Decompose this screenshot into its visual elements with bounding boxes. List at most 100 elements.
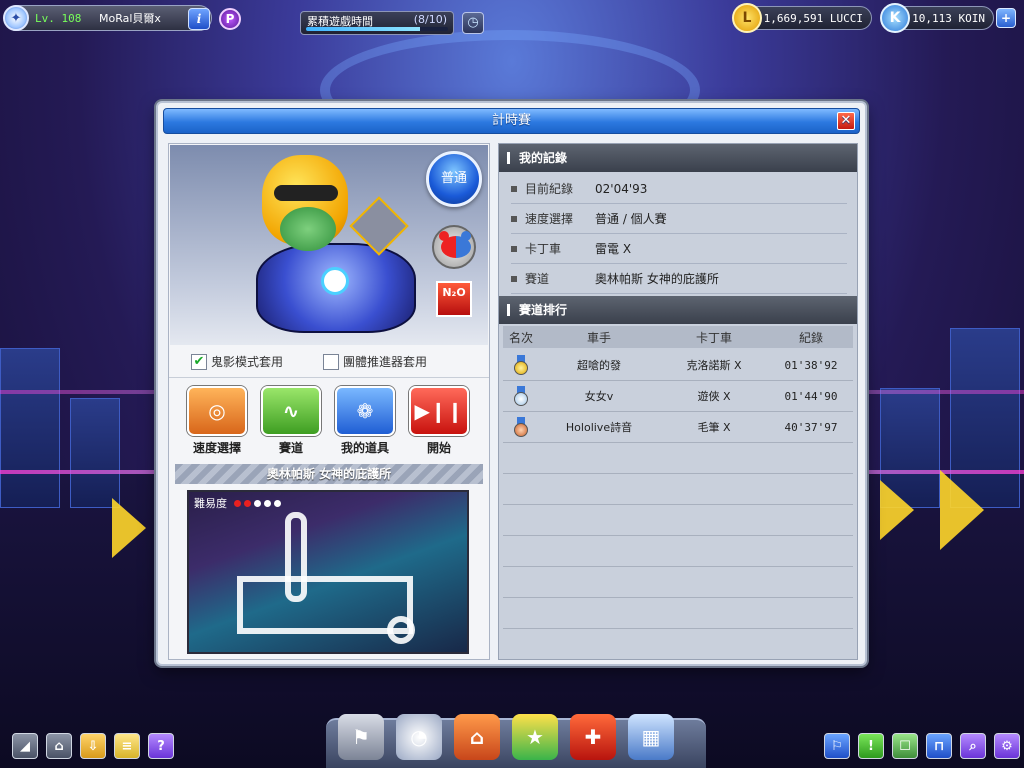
time-cell: 01'38'92 <box>784 358 838 372</box>
lucci-balance: 1,669,591 LUCCI <box>744 6 872 30</box>
time-trial-dialog: 計時賽 ✕ 普通 N₂O ✔ 鬼影模式套用 團體推進器套用 ◎ 速度選擇 ∿ 賽… <box>156 101 867 666</box>
records-panel: 我的記錄 目前紀錄 02'04'93 速度選擇 普通 / 個人賽 卡丁車 雷電 … <box>498 143 858 660</box>
difficulty-dot <box>244 499 251 507</box>
lucci-amount: 1,669,591 LUCCI <box>763 11 863 25</box>
garage-icon[interactable]: ⌂ <box>454 714 500 760</box>
record-value: 02'04'93 <box>595 181 648 196</box>
team-booster-checkbox-box[interactable] <box>323 353 340 370</box>
kart-cell: 克洛諾斯 X <box>686 359 742 372</box>
table-row-empty <box>503 536 853 567</box>
my-items-button[interactable]: ❁ 我的道具 <box>333 386 397 456</box>
home-icon[interactable]: ⌂ <box>46 733 72 759</box>
minimize-icon[interactable]: ◢ <box>12 733 38 759</box>
search-icon[interactable]: ⌕ <box>960 733 986 759</box>
table-row: 女女v 遊俠 X 01'44'90 <box>503 381 853 412</box>
record-key: 卡丁車 <box>525 242 562 256</box>
record-value: 雷電 X <box>595 242 632 256</box>
kart-setup-panel: 普通 N₂O ✔ 鬼影模式套用 團體推進器套用 ◎ 速度選擇 ∿ 賽道 ❁ 我的… <box>168 143 490 660</box>
silver-medal-icon <box>514 386 528 406</box>
record-value: 普通 / 個人賽 <box>595 212 667 226</box>
track-select-label: 賽道 <box>278 441 303 455</box>
time-cell: 01'44'90 <box>784 389 838 403</box>
alert-icon[interactable]: ! <box>858 733 884 759</box>
ghost-mode-checkbox-box[interactable]: ✔ <box>191 353 207 370</box>
n2o-booster-icon[interactable]: N₂O <box>436 281 472 317</box>
track-map-icon[interactable]: ∿ <box>261 386 321 436</box>
profile-info-button[interactable]: i <box>188 8 210 30</box>
koin-coin-icon: K <box>880 3 910 33</box>
chat-icon[interactable]: ☐ <box>892 733 918 759</box>
background-building <box>880 388 940 508</box>
toolbox-icon[interactable]: ✚ <box>570 714 616 760</box>
background-chevron <box>880 480 914 540</box>
premium-p-button[interactable]: P <box>219 8 241 30</box>
options-row: ✔ 鬼影模式套用 團體推進器套用 <box>169 346 489 378</box>
action-buttons: ◎ 速度選擇 ∿ 賽道 ❁ 我的道具 ▶❙❙ 開始 <box>169 386 489 458</box>
rank-cell <box>503 386 539 406</box>
add-koin-button[interactable]: + <box>996 8 1016 28</box>
download-icon[interactable]: ⇩ <box>80 733 106 759</box>
speed-select-button[interactable]: ◎ 速度選擇 <box>185 386 249 456</box>
mailbox-icon[interactable]: ⊓ <box>926 733 952 759</box>
kart-emblem-icon <box>321 267 349 295</box>
record-row: 賽道 奧林帕斯 女神的庇護所 <box>511 264 847 294</box>
character-sunglasses-image <box>274 185 338 201</box>
record-key: 速度選擇 <box>525 212 574 226</box>
rank-cell <box>503 417 539 437</box>
difficulty-dot <box>234 499 241 507</box>
record-value: 奧林帕斯 女神的庇護所 <box>595 272 719 286</box>
character-face-image <box>280 207 336 251</box>
ghost-mode-checkbox[interactable]: ✔ 鬼影模式套用 <box>191 353 283 370</box>
selected-track-name: 奧林帕斯 女神的庇護所 <box>175 464 483 484</box>
col-driver: 車手 <box>586 330 611 345</box>
record-key: 賽道 <box>525 272 550 286</box>
my-items-label: 我的道具 <box>340 441 389 455</box>
col-time: 紀錄 <box>798 330 823 345</box>
table-row-empty <box>503 474 853 505</box>
difficulty-dot <box>274 499 281 507</box>
notes-icon[interactable]: ≡ <box>114 733 140 759</box>
table-row-empty <box>503 505 853 536</box>
table-row: 超嗆的發 克洛諾斯 X 01'38'92 <box>503 350 853 381</box>
record-key: 目前紀錄 <box>525 182 574 196</box>
table-row: Hololive詩音 毛筆 X 40'37'97 <box>503 412 853 443</box>
gear-icon[interactable]: ⚙ <box>994 733 1020 759</box>
difficulty-dots <box>231 499 281 507</box>
difficulty-label: 難易度 <box>194 497 227 510</box>
table-row-empty <box>503 598 853 629</box>
speedometer-icon[interactable]: ◎ <box>187 386 247 436</box>
track-preview-image[interactable]: 難易度 <box>187 490 469 654</box>
bear-balloon-icon[interactable] <box>432 225 476 269</box>
bullet-icon <box>511 275 517 282</box>
play-pause-icon[interactable]: ▶❙❙ <box>409 386 469 436</box>
dialog-title: 計時賽 <box>491 113 531 128</box>
dialog-title-bar: 計時賽 ✕ <box>163 108 860 134</box>
speed-mode-button[interactable]: 普通 <box>426 151 482 207</box>
race-flag-icon[interactable]: ⚑ <box>338 714 384 760</box>
player-nickname: MoRal貝爾x <box>99 12 161 25</box>
play-time-meter: 累積遊戲時間 (8/10) <box>300 11 454 35</box>
start-button[interactable]: ▶❙❙ 開始 <box>407 386 471 456</box>
driver-cell: 超嗆的發 <box>577 359 621 372</box>
team-booster-label: 團體推進器套用 <box>343 355 428 369</box>
help-icon[interactable]: ? <box>148 733 174 759</box>
play-time-fill <box>306 27 420 31</box>
clock-icon[interactable]: ◷ <box>462 12 484 34</box>
driver-cell: Hololive詩音 <box>565 421 633 434</box>
team-booster-checkbox[interactable]: 團體推進器套用 <box>323 353 427 370</box>
flag-icon[interactable]: ⚐ <box>824 733 850 759</box>
background-building <box>0 348 60 508</box>
club-building-icon[interactable]: ▦ <box>628 714 674 760</box>
balloon-item-icon[interactable]: ❁ <box>335 386 395 436</box>
kart-cell: 遊俠 X <box>697 390 731 403</box>
speedometer-menu-icon[interactable]: ◔ <box>396 714 442 760</box>
player-info-bar: ✦ Lv. 108 MoRal貝爾x <box>3 5 212 31</box>
col-kart: 卡丁車 <box>695 330 732 345</box>
track-path-segment <box>387 616 415 644</box>
rank-cell <box>503 355 539 375</box>
close-button[interactable]: ✕ <box>837 112 855 130</box>
shop-icon[interactable]: ★ <box>512 714 558 760</box>
track-select-button[interactable]: ∿ 賽道 <box>259 386 323 456</box>
table-row-empty <box>503 567 853 598</box>
speed-select-label: 速度選擇 <box>192 441 241 455</box>
